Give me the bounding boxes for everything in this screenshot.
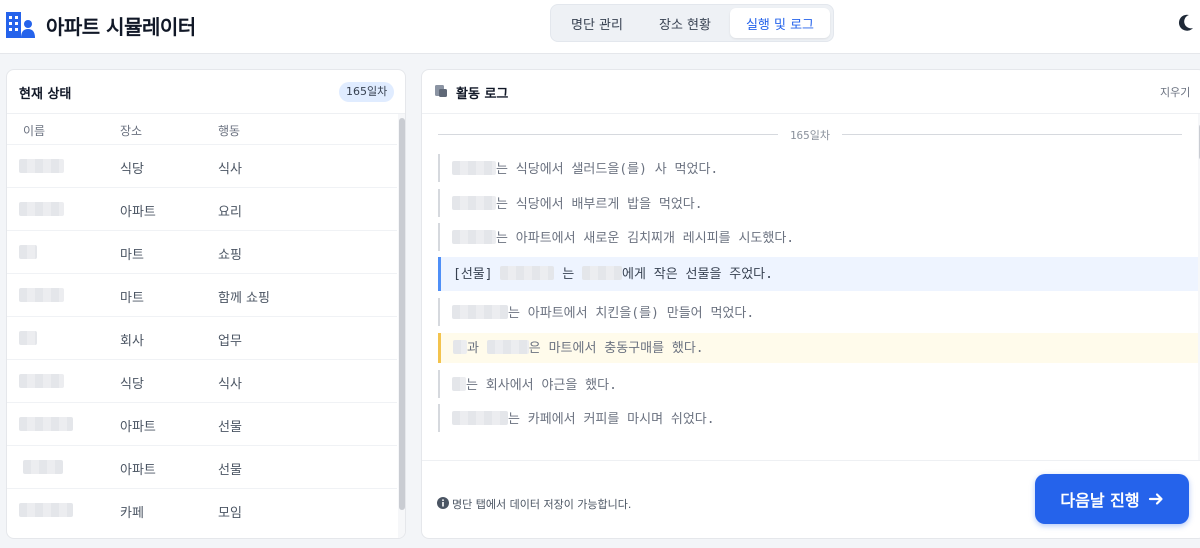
action-cell: 선물 (218, 420, 242, 435)
redacted-name (452, 377, 466, 391)
location-cell: 마트 (120, 248, 144, 263)
log-text: 는 카페에서 커피를 마시며 쉬었다. (508, 412, 715, 427)
location-cell: 식당 (120, 162, 144, 177)
clear-log-button[interactable]: 지우기 (1160, 84, 1190, 100)
redacted-name (452, 305, 508, 319)
status-panel-title: 현재 상태 (19, 87, 72, 102)
next-day-label: 다음날 진행 (1060, 491, 1140, 510)
action-cell: 요리 (218, 205, 242, 220)
log-text: 는 식당에서 배부르게 밥을 먹었다. (496, 197, 703, 212)
log-text: 은 마트에서 충동구매를 했다. (528, 341, 704, 356)
log-entry-gift: [선물] 는 에게 작은 선물을 주었다. (438, 257, 1198, 291)
redacted-name (452, 161, 496, 175)
log-entry-group: 과 은 마트에서 충동구매를 했다. (438, 333, 1198, 363)
log-text: 에게 작은 선물을 주었다. (622, 267, 773, 282)
app-title: 아파트 시뮬레이터 (46, 15, 196, 39)
log-text: 는 아파트에서 치킨을(를) 만들어 먹었다. (508, 306, 755, 321)
table-row: 마트 함께 쇼핑 (7, 273, 397, 316)
status-scroll-thumb[interactable] (399, 118, 405, 510)
column-header-location: 장소 (120, 124, 143, 138)
log-text: 는 (562, 267, 583, 282)
redacted-name (452, 196, 496, 210)
name-cell (19, 331, 37, 345)
log-panel-title: 활동 로그 (456, 87, 509, 102)
location-cell: 마트 (120, 291, 144, 306)
info-icon (437, 497, 449, 509)
tab-roster[interactable]: 명단 관리 (554, 8, 640, 38)
log-footer: 명단 탭에서 데이터 저장이 가능합니다. 다음날 진행 (422, 460, 1200, 538)
day-divider-label: 165일차 (789, 129, 831, 142)
day-badge: 165일차 (339, 82, 395, 102)
table-row: 마트 쇼핑 (7, 230, 397, 273)
status-panel: 현재 상태 165일차 이름 장소 행동 식당 식사 아파트 요리 마트 쇼핑 … (6, 69, 406, 539)
log-text: 는 회사에서 야근을 했다. (466, 378, 617, 393)
table-header: 이름 장소 행동 (7, 114, 397, 144)
tab-locations[interactable]: 장소 현황 (640, 8, 730, 38)
redacted-name (486, 340, 529, 354)
log-entry: 는 카페에서 커피를 마시며 쉬었다. (438, 404, 1198, 432)
log-list: 165일차 는 식당에서 샐러드을(를) 사 먹었다. 는 식당에서 배부르게 … (422, 114, 1198, 460)
top-bar: 아파트 시뮬레이터 명단 관리 장소 현황 실행 및 로그 (0, 0, 1200, 54)
name-cell (19, 417, 73, 431)
table-row: 아파트 선물 (7, 402, 397, 445)
redacted-name (500, 266, 555, 280)
name-cell (19, 202, 64, 216)
log-text: 는 식당에서 샐러드을(를) 사 먹었다. (496, 162, 719, 177)
name-cell (19, 159, 64, 173)
name-cell (19, 288, 64, 302)
tab-run-log[interactable]: 실행 및 로그 (730, 8, 830, 38)
log-text: 는 아파트에서 새로운 김치찌개 레시피를 시도했다. (496, 231, 795, 246)
save-hint-text: 명단 탭에서 데이터 저장이 가능합니다. (452, 498, 632, 511)
table-row: 식당 식사 (7, 359, 397, 402)
action-cell: 업무 (218, 334, 242, 349)
action-cell: 쇼핑 (218, 248, 242, 263)
redacted-name (452, 230, 496, 244)
location-cell: 회사 (120, 334, 144, 349)
log-prefix: [선물] (453, 267, 501, 282)
moon-icon[interactable] (1178, 14, 1194, 32)
next-day-button[interactable]: 다음날 진행 (1035, 474, 1189, 524)
log-panel-header: 활동 로그 지우기 (422, 70, 1200, 114)
action-cell: 함께 쇼핑 (218, 291, 270, 306)
arrow-right-icon (1148, 493, 1163, 505)
location-cell: 아파트 (120, 420, 156, 435)
location-cell: 식당 (120, 377, 144, 392)
table-row: 아파트 선물 (7, 445, 397, 488)
name-cell (23, 460, 63, 474)
column-header-action: 행동 (218, 124, 241, 138)
status-table-body: 식당 식사 아파트 요리 마트 쇼핑 마트 함께 쇼핑 회사 업무 식당 식사 (7, 144, 397, 538)
table-row: 식당 식사 (7, 144, 397, 187)
name-cell (19, 374, 64, 388)
status-scrollbar[interactable] (398, 114, 405, 538)
status-panel-header: 현재 상태 165일차 (7, 70, 405, 114)
redacted-name (452, 411, 508, 425)
action-cell: 식사 (218, 162, 242, 177)
log-text: 과 (467, 341, 487, 356)
log-entry: 는 식당에서 배부르게 밥을 먹었다. (438, 189, 1198, 217)
table-row: 회사 업무 (7, 316, 397, 359)
log-entry: 는 아파트에서 새로운 김치찌개 레시피를 시도했다. (438, 223, 1198, 251)
action-cell: 모임 (218, 506, 242, 521)
column-header-name: 이름 (23, 124, 46, 138)
log-entry: 는 아파트에서 치킨을(를) 만들어 먹었다. (438, 298, 1198, 326)
location-cell: 아파트 (120, 463, 156, 478)
divider-line (438, 134, 778, 135)
location-cell: 아파트 (120, 205, 156, 220)
log-panel: 활동 로그 지우기 165일차 는 식당에서 샐러드을(를) 사 먹었다. 는 … (421, 69, 1200, 539)
action-cell: 식사 (218, 377, 242, 392)
location-cell: 카페 (120, 506, 144, 521)
name-cell (19, 245, 37, 259)
redacted-name (453, 340, 467, 354)
action-cell: 선물 (218, 463, 242, 478)
name-cell (19, 503, 73, 517)
divider-line (842, 134, 1182, 135)
log-entry: 는 식당에서 샐러드을(를) 사 먹었다. (438, 154, 1198, 182)
table-row: 카페 모임 (7, 488, 397, 531)
redacted-name (582, 266, 623, 280)
main-tabs: 명단 관리 장소 현황 실행 및 로그 (550, 4, 834, 42)
apartment-people-icon (6, 12, 35, 38)
log-entry: 는 회사에서 야근을 했다. (438, 370, 1198, 398)
table-row: 아파트 요리 (7, 187, 397, 230)
scroll-icon (435, 85, 447, 97)
